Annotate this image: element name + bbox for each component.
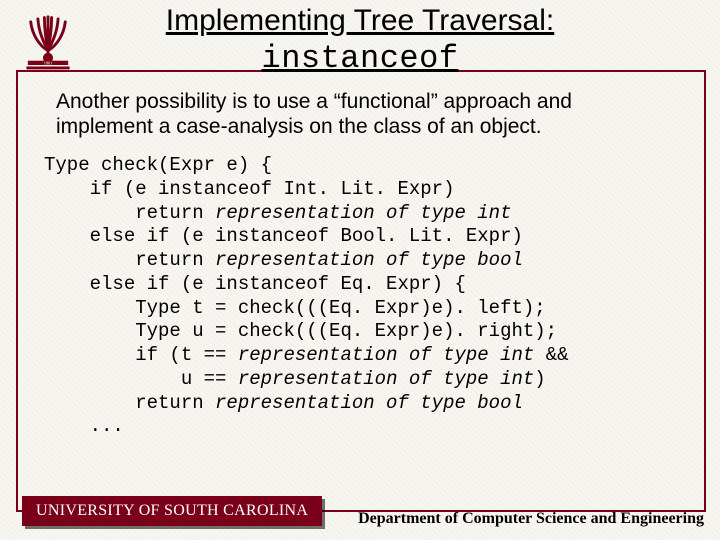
- code-line: &&: [534, 344, 568, 366]
- code-line: else if (e instanceof Bool. Lit. Expr): [44, 225, 523, 247]
- code-italic: representation of type bool: [215, 249, 523, 271]
- code-line: Type check(Expr e) {: [44, 154, 272, 176]
- code-italic: representation of type int: [238, 368, 534, 390]
- code-line: return: [44, 392, 215, 414]
- code-line: ...: [44, 415, 124, 437]
- code-italic: representation of type bool: [215, 392, 523, 414]
- code-line: u ==: [44, 368, 238, 390]
- slide-title-line2: instanceof: [0, 40, 720, 77]
- code-italic: representation of type int: [238, 344, 534, 366]
- intro-paragraph: Another possibility is to use a “functio…: [56, 90, 670, 140]
- code-line: else if (e instanceof Eq. Expr) {: [44, 273, 466, 295]
- code-line: Type t = check(((Eq. Expr)e). left);: [44, 297, 546, 319]
- code-line: return: [44, 249, 215, 271]
- code-italic: representation of type int: [215, 202, 511, 224]
- code-line: Type u = check(((Eq. Expr)e). right);: [44, 320, 557, 342]
- code-line: if (t ==: [44, 344, 238, 366]
- code-line: if (e instanceof Int. Lit. Expr): [44, 178, 454, 200]
- footer-university: UNIVERSITY OF SOUTH CAROLINA: [22, 496, 322, 526]
- footer-department: Department of Computer Science and Engin…: [358, 510, 704, 528]
- code-line: ): [534, 368, 545, 390]
- slide-title-line1: Implementing Tree Traversal:: [0, 4, 720, 38]
- code-block: Type check(Expr e) { if (e instanceof In…: [44, 154, 700, 439]
- code-line: return: [44, 202, 215, 224]
